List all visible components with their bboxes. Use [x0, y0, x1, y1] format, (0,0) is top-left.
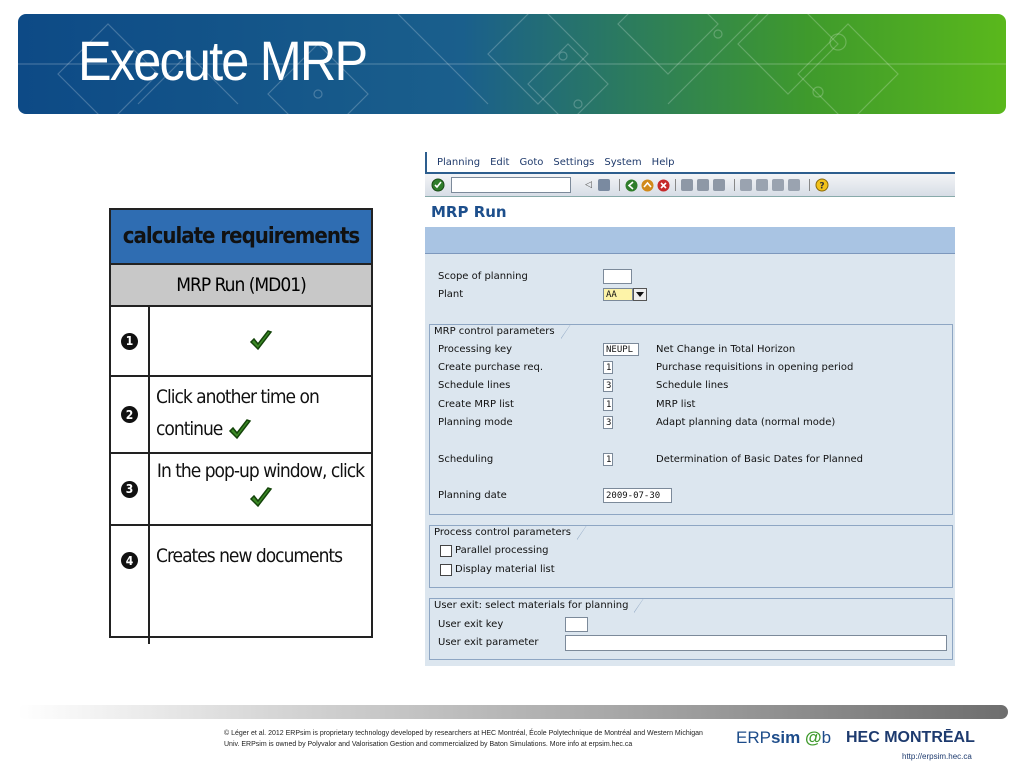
copyright-line: Univ. ERPsim is owned by Polyvalor and V…	[224, 741, 633, 748]
erpsim-lab-logo: ERPsim @b	[736, 728, 832, 747]
processing-key-label: Processing key	[438, 344, 513, 355]
parallel-processing-label: Parallel processing	[455, 545, 549, 556]
parallel-processing-checkbox[interactable]	[440, 545, 452, 557]
svg-text:?: ?	[819, 182, 824, 192]
toolbar-separator	[808, 179, 810, 191]
user-exit-parameter-label: User exit parameter	[438, 637, 539, 648]
create-purchase-req-desc: Purchase requisitions in opening period	[656, 362, 854, 373]
first-page-icon[interactable]	[739, 179, 752, 191]
step-row: 1	[111, 307, 371, 377]
plant-input[interactable]: AA	[603, 288, 633, 301]
step-body	[150, 307, 371, 375]
previous-page-icon[interactable]	[755, 179, 768, 191]
enter-check-icon[interactable]	[431, 178, 445, 192]
step-body: Creates new documents	[150, 526, 371, 644]
next-page-icon[interactable]	[771, 179, 784, 191]
scheduling-label: Scheduling	[438, 454, 494, 465]
step-text: Creates new documents	[156, 545, 343, 567]
menu-goto[interactable]: Goto	[519, 157, 543, 168]
schedule-lines-desc: Schedule lines	[656, 380, 729, 391]
copyright-line: © Léger et al. 2012 ERPsim is proprietar…	[224, 730, 703, 737]
schedule-lines-label: Schedule lines	[438, 380, 511, 391]
slide-title: Execute MRP	[78, 29, 368, 92]
step-number: 1	[111, 307, 150, 375]
step-body: In the pop-up window, click	[150, 454, 371, 524]
last-page-icon[interactable]	[787, 179, 800, 191]
standard-toolbar: ◁ ?	[425, 172, 955, 197]
planning-mode-label: Planning mode	[438, 417, 513, 428]
planning-mode-desc: Adapt planning data (normal mode)	[656, 417, 836, 428]
sap-window: Planning Edit Goto Settings System Help …	[425, 152, 955, 666]
back-arrow-icon[interactable]: ◁	[585, 180, 592, 190]
group-title: MRP control parameters	[430, 324, 571, 339]
create-mrp-list-input[interactable]: 1	[603, 398, 613, 411]
find-icon[interactable]	[696, 179, 709, 191]
menu-help[interactable]: Help	[652, 157, 675, 168]
display-material-list-checkbox[interactable]	[440, 564, 452, 576]
menu-bar: Planning Edit Goto Settings System Help	[425, 152, 955, 172]
group-title: Process control parameters	[430, 525, 587, 540]
step-number: 3	[111, 454, 150, 524]
scheduling-desc: Determination of Basic Dates for Planned	[656, 454, 863, 465]
user-exit-parameter-input[interactable]	[565, 635, 947, 651]
step-number: 2	[111, 377, 150, 452]
hec-url[interactable]: http://erpsim.hec.ca	[902, 752, 972, 761]
copyright-text: © Léger et al. 2012 ERPsim is proprietar…	[224, 728, 724, 750]
chevron-down-icon	[636, 292, 644, 297]
application-toolbar	[425, 227, 955, 254]
menu-system[interactable]: System	[604, 157, 641, 168]
help-icon[interactable]: ?	[815, 178, 829, 192]
checkmark-icon	[249, 330, 272, 351]
step-text: In the pop-up window, click	[156, 460, 365, 482]
create-purchase-req-input[interactable]: 1	[603, 361, 613, 374]
step-body: Click another time on continue	[150, 377, 371, 452]
step-row: 2 Click another time on continue	[111, 377, 371, 454]
planning-mode-input[interactable]: 3	[603, 416, 613, 429]
toolbar-separator	[674, 179, 676, 191]
steps-header: calculate requirements	[111, 210, 371, 265]
steps-subheader: MRP Run (MD01)	[111, 265, 371, 307]
step-number: 4	[111, 526, 150, 644]
hec-montreal-logo: HEC MONTRĒAL	[846, 729, 975, 746]
create-purchase-req-label: Create purchase req.	[438, 362, 544, 373]
cancel-icon[interactable]	[657, 179, 670, 192]
step-row: 3 In the pop-up window, click	[111, 454, 371, 526]
menu-settings[interactable]: Settings	[553, 157, 594, 168]
planning-date-input[interactable]: 2009-07-30	[603, 488, 672, 503]
group-title: User exit: select materials for planning	[430, 598, 645, 613]
process-control-group: Process control parameters	[429, 525, 953, 588]
scope-input[interactable]	[603, 269, 632, 284]
exit-icon[interactable]	[641, 179, 654, 192]
display-material-list-label: Display material list	[455, 564, 555, 575]
plant-dropdown-button[interactable]	[633, 288, 647, 301]
schedule-lines-input[interactable]: 3	[603, 379, 613, 392]
menu-planning[interactable]: Planning	[437, 157, 480, 168]
planning-date-label: Planning date	[438, 490, 507, 501]
footer-bar	[18, 705, 1008, 719]
steps-table: calculate requirements MRP Run (MD01) 1 …	[109, 208, 373, 644]
toolbar-separator	[733, 179, 735, 191]
toolbar-separator	[618, 179, 620, 191]
menu-edit[interactable]: Edit	[490, 157, 509, 168]
create-mrp-list-label: Create MRP list	[438, 399, 514, 410]
back-icon[interactable]	[625, 179, 638, 192]
save-icon[interactable]	[597, 179, 610, 191]
user-exit-key-input[interactable]	[565, 617, 588, 632]
scope-label: Scope of planning	[438, 271, 528, 282]
find-next-icon[interactable]	[712, 179, 725, 191]
user-exit-key-label: User exit key	[438, 619, 504, 630]
command-field[interactable]	[451, 177, 571, 193]
print-icon[interactable]	[680, 179, 693, 191]
step-row: 4 Creates new documents	[111, 526, 371, 644]
create-mrp-list-desc: MRP list	[656, 399, 696, 410]
title-banner: Execute MRP	[18, 14, 1006, 114]
scheduling-input[interactable]: 1	[603, 453, 613, 466]
checkmark-icon	[249, 486, 272, 507]
plant-label: Plant	[438, 289, 464, 300]
screen-title: MRP Run	[425, 197, 955, 227]
processing-key-input[interactable]: NEUPL	[603, 343, 639, 356]
processing-key-desc: Net Change in Total Horizon	[656, 344, 796, 355]
checkmark-icon	[228, 418, 252, 439]
